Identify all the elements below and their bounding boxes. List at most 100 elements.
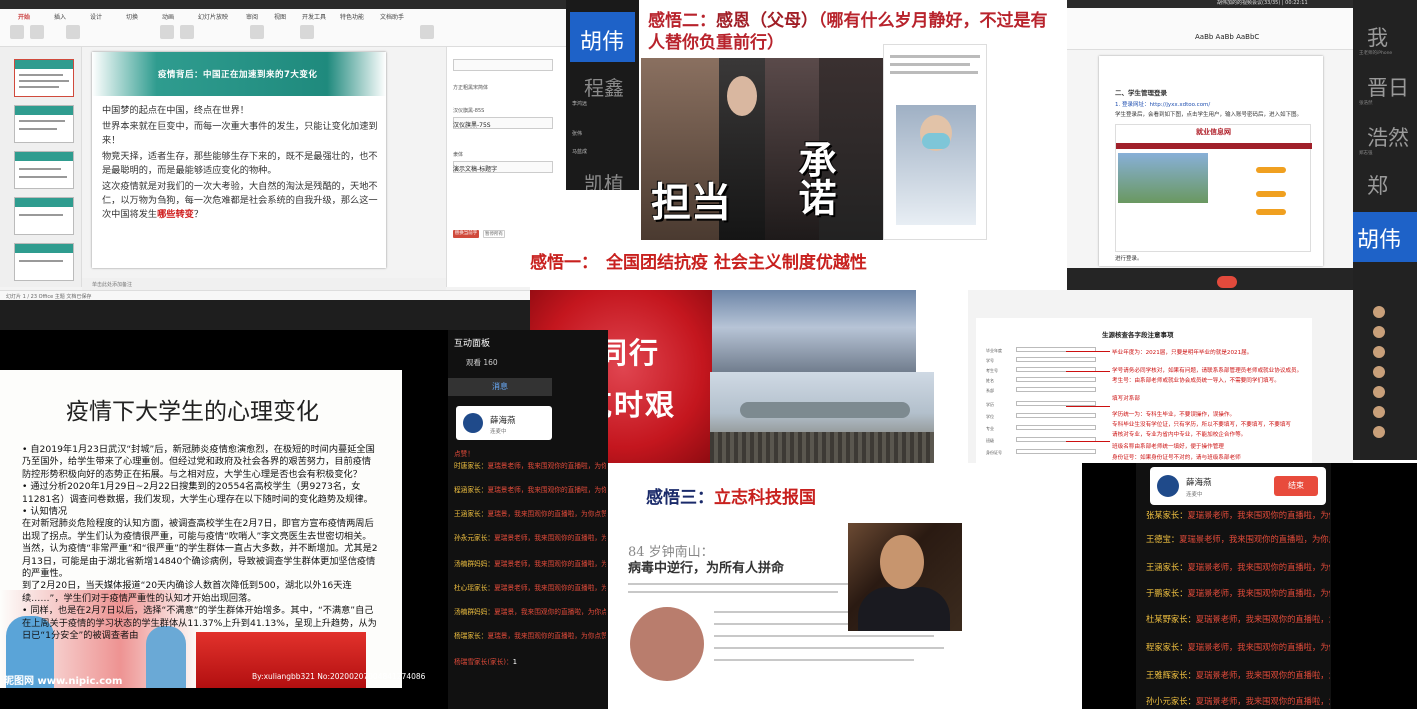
- avatar[interactable]: [1373, 406, 1385, 418]
- replace-font-button[interactable]: 替换当前字体: [453, 230, 479, 244]
- slide-title: 疫情背后：中国正在加速到来的7大变化: [158, 70, 318, 80]
- panel-header: 互动面板: [454, 339, 491, 349]
- find-icon[interactable]: [420, 25, 434, 39]
- field-label: 学位: [986, 414, 994, 419]
- slide-thumb[interactable]: [14, 105, 74, 143]
- ribbon-tab-assistant[interactable]: 文档助手: [380, 12, 404, 21]
- ribbon-tab-developer[interactable]: 开发工具: [302, 12, 326, 21]
- message-text: 夏瑞景老师，我来围观你的直播啦，为你点赞！: [487, 462, 606, 470]
- font-item[interactable]: [453, 59, 553, 71]
- message-author: 杨瑞雪家长(家长)：: [454, 658, 513, 666]
- message-text: 夏瑞景老师，我来围观你的直播啦，为你点赞！: [1187, 510, 1331, 520]
- ribbon-tab-design[interactable]: 设计: [90, 12, 102, 21]
- ppt-titlebar: [0, 0, 566, 9]
- form-note: 毕业年度为：2021届，只要是明年毕业的就是2021届。: [1112, 350, 1253, 356]
- lecture-paragraph: • 认知情况: [22, 506, 68, 518]
- lecture-text: • 自2019年1月23日武汉“封城”后，新冠肺炎疫情愈演愈烈，在极短的时间内蔓…: [22, 444, 378, 643]
- current-slide[interactable]: 疫情背后：中国正在加速到来的7大变化 中国梦的起点在中国，终点在世界！ 世界本来…: [92, 52, 386, 268]
- avatar[interactable]: [1373, 346, 1385, 358]
- bold-icon[interactable]: [160, 25, 174, 39]
- message-author: 汤楠群妈妈：: [454, 608, 495, 616]
- ribbon-tab-insert[interactable]: 插入: [54, 12, 66, 21]
- chat-message: 程涵家长：夏瑞景老师，我来围观你的直播啦，为你点赞！: [454, 484, 606, 494]
- italic-icon[interactable]: [180, 25, 194, 39]
- form-field[interactable]: [1016, 377, 1096, 382]
- message-text: 夏瑞景，我来围观你的直播啦，为你点赞！: [494, 608, 606, 616]
- form-doc-window: 生源核查各字段注意事项 毕业年度 学号 考生号 姓名 系部 学历 学位 专业 班…: [968, 290, 1353, 463]
- slide-thumbnails: [0, 47, 82, 287]
- message-text: 夏瑞景老师，我来围观你的直播啦，为你点赞！: [494, 534, 606, 542]
- font-item-label[interactable]: 方正粗黑宋简体: [453, 84, 488, 91]
- avatar[interactable]: [1373, 426, 1385, 438]
- watermark-left: 昵图网 www.nipic.com: [4, 676, 123, 687]
- message-text: 夏瑞景老师，我来围观你的直播啦，为你点赞！: [1195, 614, 1330, 624]
- chat-message: 杜某野家长：夏瑞景老师，我来围观你的直播啦，为你点赞！: [1146, 613, 1330, 625]
- doc-url[interactable]: 1. 登录网址：http://jyxx.xdtoo.com/: [1115, 102, 1210, 108]
- message-text: 夏瑞景老师，我来围观你的直播啦，为你点赞！: [1187, 642, 1331, 652]
- phone-screenshot: [883, 44, 987, 240]
- form-field[interactable]: [1016, 449, 1096, 454]
- form-field[interactable]: [1016, 425, 1096, 430]
- avatar[interactable]: [1373, 306, 1385, 318]
- arrow: [1066, 406, 1110, 407]
- avatar[interactable]: [1373, 366, 1385, 378]
- participant-label: 张伟: [572, 131, 583, 137]
- avatar[interactable]: [1373, 386, 1385, 398]
- chat-message: 杨瑞家长：夏瑞景，我来围观你的直播啦，为你点赞！: [454, 630, 606, 640]
- form-title: 生源核查各字段注意事项: [1102, 331, 1174, 339]
- shape-icon[interactable]: [300, 25, 314, 39]
- tab-messages[interactable]: 消息: [448, 378, 552, 396]
- chat-message: 汤楠群妈妈：夏瑞景老师，我来围观你的直播啦，为你点赞！: [454, 558, 606, 568]
- slide-thumb[interactable]: [14, 151, 74, 189]
- ribbon-tab-home[interactable]: 开始: [18, 12, 30, 21]
- news-headline-2: 病毒中逆行，为所有人拼命: [628, 561, 785, 576]
- form-field[interactable]: [1016, 413, 1096, 418]
- lecture-paragraph: 在对新冠肺炎危险程度的认知方面，被调查高校学生在2月7日，即官方宣布疫情两周后出…: [22, 518, 374, 542]
- site-screenshot: 就业信息网: [1115, 124, 1312, 252]
- lecture-paragraph: • 同样，也是在2月7日以后，选择“不满意”的学生群体开始增多。其中，“不满意”…: [22, 605, 377, 642]
- slide-thumb[interactable]: [14, 59, 74, 97]
- ribbon-tab-view[interactable]: 视图: [274, 12, 286, 21]
- doc-titlebar: 胡伟加的的视频会议(33/35) | 00:22:11: [1067, 0, 1353, 8]
- chat-message: 王涵家长：夏瑞景老师，我来围观你的直播啦，为你点赞！: [1146, 561, 1330, 573]
- end-button[interactable]: 结束: [1274, 476, 1318, 496]
- participant-tile[interactable]: 胡伟: [570, 12, 635, 62]
- participant-name: 浩然: [1367, 126, 1409, 150]
- form-field[interactable]: [1016, 357, 1096, 362]
- gratitude2-title: 感悟二：感恩（父母）（哪有什么岁月静好，不过是有人替你负重前行）: [648, 10, 1058, 54]
- interaction-panel: 互动面板 观看 160 消息 薛海燕 连麦中 点赞！ 时唐家长：夏瑞景老师，我来…: [448, 330, 608, 709]
- font-select[interactable]: 汉仪旗黑-75S: [453, 120, 491, 129]
- slide-thumb[interactable]: [14, 197, 74, 235]
- form-field[interactable]: [1016, 387, 1096, 392]
- align-icon[interactable]: [250, 25, 264, 39]
- lecture-video: 疫情下大学生的心理变化 • 自2019年1月23日武汉“封城”后，新冠肺炎疫情愈…: [0, 330, 450, 709]
- host-status: 连麦中: [490, 429, 507, 435]
- notes-area[interactable]: 单击此处添加备注: [82, 278, 446, 290]
- news-text-line: [714, 635, 934, 637]
- ribbon-tab-review[interactable]: 审阅: [246, 12, 258, 21]
- doc-ribbon: AaBb AaBb AaBbC: [1067, 8, 1353, 50]
- chat-message: 于鹏家长：夏瑞景老师，我来围观你的直播啦，为你点赞！: [1146, 587, 1330, 599]
- participant-tile[interactable]: 胡伟: [1353, 212, 1417, 262]
- font-select[interactable]: 演示文稿-标题字: [453, 164, 497, 173]
- ribbon-tab-slideshow[interactable]: 幻灯片放映: [198, 12, 228, 21]
- message-text: 夏瑞景老师，我来围观你的直播啦，为你点赞！: [494, 560, 606, 568]
- pause-button[interactable]: 暂停所有: [483, 230, 505, 238]
- avatar[interactable]: [1373, 326, 1385, 338]
- host-name: 薛海燕: [1186, 478, 1212, 488]
- participant-name: 凯植: [584, 172, 624, 190]
- new-slide-icon[interactable]: [66, 25, 80, 39]
- field-label: 考生号: [986, 368, 998, 373]
- paste-icon[interactable]: [10, 25, 24, 39]
- leave-icon[interactable]: [1217, 276, 1237, 288]
- ribbon-tab-animation[interactable]: 动画: [162, 12, 174, 21]
- form-note: 考生号：由系部老师或就业协会成员统一导入，不需要同学们填写。: [1112, 378, 1280, 384]
- message-text: 点赞！: [454, 450, 475, 458]
- ribbon-tab-features[interactable]: 特色功能: [340, 12, 364, 21]
- ribbon-tab-transition[interactable]: 切换: [126, 12, 138, 21]
- field-label: 学历: [986, 402, 994, 407]
- message-author: 杜某野家长：: [1146, 614, 1196, 624]
- slide-thumb[interactable]: [14, 243, 74, 281]
- participant-name: 胡伟: [580, 30, 625, 55]
- cut-icon[interactable]: [30, 25, 44, 39]
